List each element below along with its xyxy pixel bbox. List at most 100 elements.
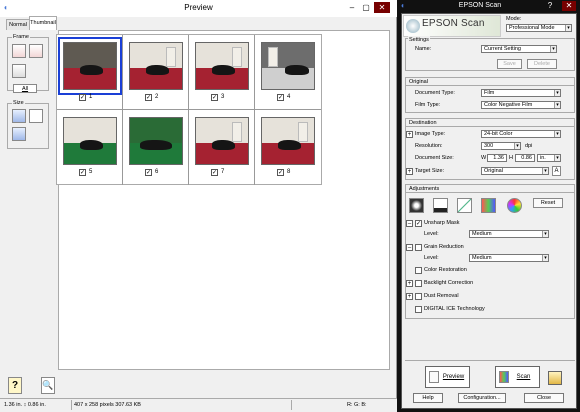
divider <box>405 360 575 361</box>
height-input[interactable]: 0.86 <box>515 154 535 162</box>
expand-dust-removal-icon[interactable]: + <box>406 293 413 300</box>
backlight-correction-checkbox[interactable] <box>415 280 422 287</box>
expand-image-type-icon[interactable]: + <box>406 131 413 138</box>
epson-close-icon[interactable]: ✕ <box>562 1 576 11</box>
maximize-icon[interactable]: ▢ <box>360 2 372 13</box>
thumbnail-cell[interactable]: ✓ 8 <box>255 110 321 185</box>
preview-icon <box>429 371 439 383</box>
destination-title: Destination <box>406 119 574 127</box>
collapse-grain-reduction-icon[interactable]: – <box>406 244 413 251</box>
auto-exposure-icon[interactable] <box>409 198 424 213</box>
grain-reduction-checkbox[interactable] <box>415 244 422 251</box>
dust-removal-checkbox[interactable] <box>415 293 422 300</box>
close-button[interactable]: Close <box>524 393 564 403</box>
tab-normal[interactable]: Normal <box>6 19 30 30</box>
reset-button[interactable]: Reset <box>533 198 563 208</box>
tab-thumbnail[interactable]: Thumbnail <box>29 16 57 30</box>
all-button[interactable]: All <box>13 84 37 93</box>
resolution-unit: dpi <box>525 143 533 149</box>
resolution-label: Resolution: <box>415 143 443 149</box>
thumbnail-cell[interactable]: ✓ 5 <box>57 110 123 185</box>
mode-select[interactable]: Professional Mode ▾ <box>506 24 572 32</box>
unsharp-level-select[interactable]: Medium ▾ <box>469 230 549 238</box>
thumbnail-checkbox[interactable]: ✓ <box>145 169 152 176</box>
collapse-unsharp-mask-icon[interactable]: – <box>406 220 413 227</box>
document-size-label: Document Size: <box>415 155 454 161</box>
zoom-icon[interactable]: 🔍 <box>41 377 55 394</box>
image-adjustment-icon[interactable] <box>481 198 496 213</box>
thumbnail-cell[interactable]: ✓ 1 <box>57 35 123 110</box>
configuration-button[interactable]: Configuration... <box>458 393 506 403</box>
delete-button[interactable]: Delete <box>527 59 557 69</box>
large-thumbnail-icon[interactable] <box>12 109 26 123</box>
digital-ice-checkbox[interactable] <box>415 306 422 313</box>
thumbnail-checkbox[interactable]: ✓ <box>277 94 284 101</box>
thumbnail-cell[interactable]: ✓ 2 <box>123 35 189 110</box>
name-value: Current Setting <box>484 46 521 52</box>
preview-title: Preview <box>184 3 213 12</box>
thumbnail-image[interactable] <box>261 117 315 165</box>
thumbnail-image[interactable] <box>195 117 249 165</box>
chevron-down-icon: ▾ <box>554 102 560 108</box>
thumbnail-checkbox[interactable]: ✓ <box>211 169 218 176</box>
select-all-frames-icon[interactable] <box>29 44 43 58</box>
color-restoration-checkbox[interactable] <box>415 267 422 274</box>
original-title: Original <box>406 78 574 86</box>
grain-level-select[interactable]: Medium ▾ <box>469 254 549 262</box>
help-question-icon[interactable]: ? <box>545 1 555 11</box>
orientation-icon[interactable]: A <box>552 166 561 176</box>
thumbnail-image[interactable] <box>195 42 249 90</box>
small-thumbnail-icon[interactable] <box>29 109 43 123</box>
thumbnail-image[interactable] <box>129 117 183 165</box>
expand-target-size-icon[interactable]: + <box>406 168 413 175</box>
color-restoration-label: Color Restoration <box>424 267 467 273</box>
chevron-down-icon: ▾ <box>554 155 560 161</box>
resolution-select[interactable]: 300 ▾ <box>481 142 521 150</box>
width-input[interactable]: 1.36 <box>487 154 507 162</box>
thumbnail-cell[interactable]: ✓ 7 <box>189 110 255 185</box>
color-palette-icon[interactable] <box>507 198 522 213</box>
fit-thumbnail-icon[interactable] <box>12 127 26 141</box>
unit-select[interactable]: in. ▾ <box>537 154 561 162</box>
thumbnail-checkbox[interactable]: ✓ <box>79 169 86 176</box>
thumbnail-cell[interactable]: ✓ 4 <box>255 35 321 110</box>
thumbnail-checkbox[interactable]: ✓ <box>277 169 284 176</box>
unsharp-mask-label: Unsharp Mask <box>424 220 460 226</box>
help-icon[interactable]: ? <box>8 377 22 394</box>
histogram-icon[interactable] <box>433 198 448 213</box>
target-size-select[interactable]: Original ▾ <box>481 167 549 175</box>
unsharp-mask-checkbox[interactable]: ✓ <box>415 220 422 227</box>
file-save-settings-icon[interactable] <box>548 371 562 385</box>
frame-label: Frame <box>12 34 30 40</box>
thumbnail-checkbox[interactable]: ✓ <box>211 94 218 101</box>
film-type-select[interactable]: Color Negative Film ▾ <box>481 101 561 109</box>
expand-backlight-icon[interactable]: + <box>406 280 413 287</box>
minimize-icon[interactable]: – <box>346 2 358 13</box>
mode-value: Professional Mode <box>509 25 555 31</box>
image-type-select[interactable]: 24-bit Color ▾ <box>481 130 561 138</box>
save-button[interactable]: Save <box>497 59 522 69</box>
document-type-select[interactable]: Film ▾ <box>481 89 561 97</box>
thumbnail-cell[interactable]: ✓ 3 <box>189 35 255 110</box>
status-rgb: R: G: B: <box>347 402 367 408</box>
help-button[interactable]: Help <box>413 393 443 403</box>
thumbnail-checkbox[interactable]: ✓ <box>145 94 152 101</box>
film-type-label: Film Type: <box>415 102 441 108</box>
preview-button[interactable]: Preview <box>425 366 470 388</box>
close-icon[interactable]: ✕ <box>374 2 390 13</box>
tone-curve-icon[interactable] <box>457 198 472 213</box>
scan-button[interactable]: Scan <box>495 366 540 388</box>
thumbnail-checkbox[interactable]: ✓ <box>79 94 86 101</box>
thumbnail-image[interactable] <box>261 42 315 90</box>
thumbnail-image[interactable] <box>63 117 117 165</box>
thumbnail-number: 4 <box>287 94 291 100</box>
thumbnail-cell[interactable]: ✓ 6 <box>123 110 189 185</box>
thumbnail-image[interactable] <box>129 42 183 90</box>
rotate-icon[interactable] <box>12 64 26 78</box>
name-select[interactable]: Current Setting ▾ <box>481 45 557 53</box>
invert-selection-icon[interactable] <box>12 44 26 58</box>
thumbnail-image[interactable] <box>58 37 122 95</box>
dust-removal-label: Dust Removal <box>424 293 459 299</box>
thumbnail-number: 5 <box>89 169 93 175</box>
image-type-label: Image Type: <box>415 131 446 137</box>
